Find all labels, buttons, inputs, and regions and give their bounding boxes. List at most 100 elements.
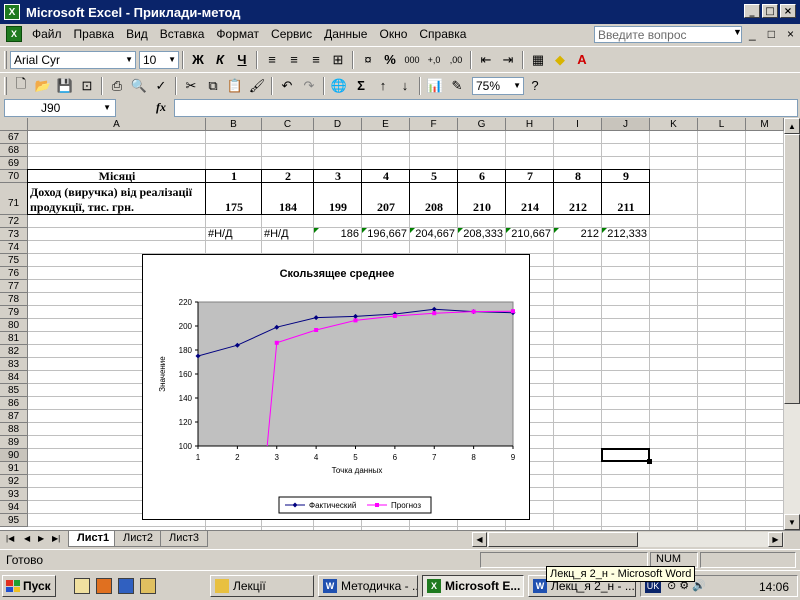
save-icon[interactable]: 💾 <box>54 76 76 96</box>
revenue-value-cell[interactable]: 184 <box>262 200 314 214</box>
merge-center-icon[interactable]: ⊞ <box>327 50 349 70</box>
column-header[interactable]: G <box>458 118 506 131</box>
column-header[interactable]: L <box>698 118 746 131</box>
revenue-value-cell[interactable]: 207 <box>362 200 410 214</box>
moving-average-cell[interactable]: #Н/Д <box>206 228 262 241</box>
row-header[interactable]: 81 <box>0 332 28 345</box>
moving-average-cell[interactable]: 208,333 <box>458 228 506 241</box>
format-painter-icon[interactable]: 🖌 <box>246 76 268 96</box>
row-header[interactable]: 69 <box>0 157 28 170</box>
menu-insert[interactable]: Вставка <box>154 27 211 41</box>
row-header[interactable]: 67 <box>0 131 28 144</box>
moving-average-cell[interactable]: 196,667 <box>362 228 410 241</box>
month-number-cell[interactable]: 4 <box>362 170 410 183</box>
row-header[interactable]: 77 <box>0 280 28 293</box>
moving-average-cell[interactable]: 204,667 <box>410 228 458 241</box>
print-preview-icon[interactable]: 🔍 <box>128 76 150 96</box>
formula-input[interactable] <box>174 99 798 117</box>
column-header[interactable]: B <box>206 118 262 131</box>
autosum-button[interactable]: Σ <box>350 76 372 96</box>
row-header[interactable]: 91 <box>0 462 28 475</box>
task-lectures-folder[interactable]: Лекції <box>210 575 314 597</box>
row-header[interactable]: 84 <box>0 371 28 384</box>
menu-data[interactable]: Данные <box>318 27 373 41</box>
column-header[interactable]: A <box>28 118 206 131</box>
row-header[interactable]: 88 <box>0 423 28 436</box>
revenue-value-cell[interactable]: 210 <box>458 200 506 214</box>
menu-format[interactable]: Формат <box>210 27 265 41</box>
month-number-cell[interactable]: 7 <box>506 170 554 183</box>
scroll-left-icon[interactable]: ◀ <box>472 532 487 547</box>
revenue-value-cell[interactable]: 211 <box>602 200 650 214</box>
sort-descending-icon[interactable]: ↓ <box>394 76 416 96</box>
media-player-icon[interactable] <box>96 578 112 594</box>
month-number-cell[interactable]: 2 <box>262 170 314 183</box>
row-header[interactable]: 71 <box>0 183 28 215</box>
scroll-thumb[interactable] <box>784 134 800 404</box>
row-header[interactable]: 89 <box>0 436 28 449</box>
row-header[interactable]: 87 <box>0 410 28 423</box>
moving-average-cell[interactable]: 212,333 <box>602 228 650 241</box>
thousands-button[interactable]: 000 <box>401 50 423 70</box>
column-header[interactable]: I <box>554 118 602 131</box>
row-header[interactable]: 95 <box>0 514 28 527</box>
row-header[interactable]: 92 <box>0 475 28 488</box>
font-color-icon[interactable]: A <box>571 50 593 70</box>
tab-sheet3[interactable]: Лист3 <box>160 531 209 547</box>
new-file-icon[interactable]: 🗋 <box>10 76 32 96</box>
row-header[interactable]: 85 <box>0 384 28 397</box>
prev-sheet-icon[interactable]: ◀ <box>24 534 30 543</box>
currency-icon[interactable]: ¤ <box>357 50 379 70</box>
open-folder-icon[interactable]: 📂 <box>32 76 54 96</box>
doc-restore-button[interactable]: □ <box>768 27 775 41</box>
menu-file[interactable]: Файл <box>26 27 68 41</box>
revenue-value-cell[interactable]: 212 <box>554 200 602 214</box>
row-header[interactable]: 70 <box>0 170 28 183</box>
spelling-icon[interactable]: ✓ <box>150 76 172 96</box>
zoom-select[interactable]: 75% ▼ <box>472 76 524 95</box>
row-header[interactable]: 76 <box>0 267 28 280</box>
copy-icon[interactable]: ⧉ <box>202 76 224 96</box>
name-box[interactable]: J90 ▼ <box>4 99 116 117</box>
sort-ascending-icon[interactable]: ↑ <box>372 76 394 96</box>
workbook-icon[interactable]: X <box>6 26 22 42</box>
font-name-select[interactable]: Arial Cyr ▼ <box>10 50 136 69</box>
menu-tools[interactable]: Сервис <box>265 27 318 41</box>
decrease-indent-icon[interactable]: ⇤ <box>475 50 497 70</box>
revenue-value-cell[interactable]: 199 <box>314 200 362 214</box>
month-number-cell[interactable]: 9 <box>602 170 650 183</box>
maximize-button[interactable]: □ <box>762 4 778 18</box>
row-header[interactable]: 93 <box>0 488 28 501</box>
help-search-input[interactable]: Введите вопрос <box>594 26 742 43</box>
start-button[interactable]: Пуск <box>2 575 56 597</box>
column-header[interactable]: D <box>314 118 362 131</box>
column-header[interactable]: F <box>410 118 458 131</box>
close-button[interactable]: × <box>780 4 796 18</box>
revenue-label[interactable]: Доход (виручка) від реалізації <box>30 185 204 199</box>
undo-icon[interactable]: ↶ <box>276 76 298 96</box>
month-number-cell[interactable]: 1 <box>206 170 262 183</box>
vertical-scrollbar[interactable]: ▲ ▼ <box>784 118 800 530</box>
revenue-value-cell[interactable]: 214 <box>506 200 554 214</box>
tab-sheet2[interactable]: Лист2 <box>114 531 163 547</box>
selected-cell[interactable] <box>601 448 650 462</box>
internet-explorer-icon[interactable] <box>118 578 134 594</box>
hyperlink-icon[interactable]: 🌐 <box>328 76 350 96</box>
bold-button[interactable]: Ж <box>187 50 209 70</box>
row-header[interactable]: 73 <box>0 228 28 241</box>
borders-icon[interactable]: ▦ <box>527 50 549 70</box>
fill-color-icon[interactable]: ◆ <box>549 50 571 70</box>
moving-average-chart[interactable]: Скользящее среднее 100 120 140 160 180 200 220 1… <box>142 254 530 520</box>
chart-wizard-icon[interactable]: 📊 <box>424 76 446 96</box>
task-excel[interactable]: X Microsoft E... <box>422 575 524 597</box>
month-number-cell[interactable]: 5 <box>410 170 458 183</box>
align-left-icon[interactable]: ≡ <box>261 50 283 70</box>
desktop-icon[interactable] <box>74 578 90 594</box>
revenue-label-line2[interactable]: продукції, тис. грн. <box>30 200 204 214</box>
row-header[interactable]: 74 <box>0 241 28 254</box>
menu-view[interactable]: Вид <box>120 27 154 41</box>
moving-average-cell[interactable]: 212 <box>554 228 602 241</box>
decrease-decimal-button[interactable]: ,00 <box>445 50 467 70</box>
align-right-icon[interactable]: ≡ <box>305 50 327 70</box>
row-header[interactable]: 80 <box>0 319 28 332</box>
